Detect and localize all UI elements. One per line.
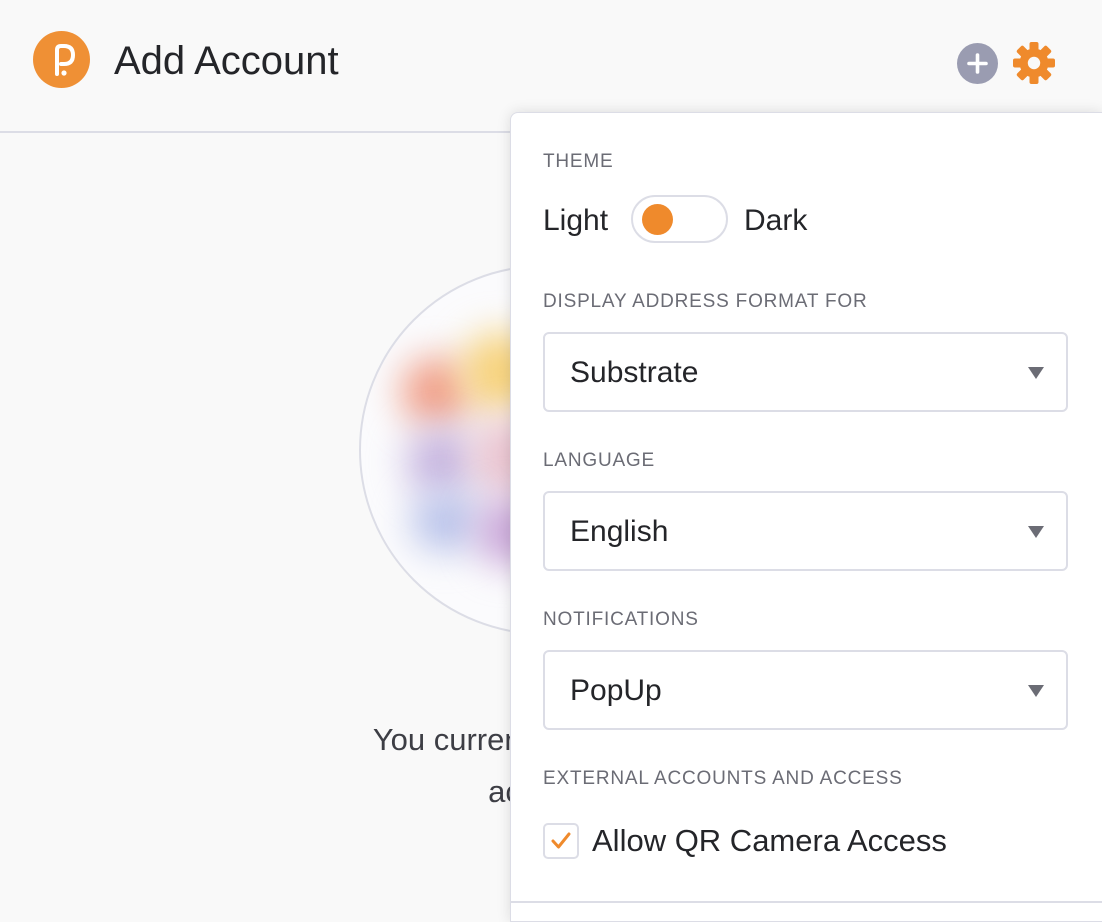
toggle-knob xyxy=(642,204,673,235)
language-select[interactable]: English xyxy=(543,491,1068,571)
notifications-label: NOTIFICATIONS xyxy=(543,609,699,630)
language-value: English xyxy=(570,515,669,548)
settings-button[interactable] xyxy=(1011,40,1057,86)
theme-switch-row: Light Dark xyxy=(543,195,943,247)
theme-toggle[interactable] xyxy=(631,195,728,243)
camera-access-checkbox[interactable] xyxy=(543,823,579,859)
add-account-button[interactable] xyxy=(957,43,998,84)
app-window: Add Account You currently THEME Light Da… xyxy=(0,0,1102,922)
checkmark-icon xyxy=(551,832,571,849)
theme-label: THEME xyxy=(543,151,614,172)
menu-divider xyxy=(511,901,1102,903)
address-format-label: DISPLAY ADDRESS FORMAT FOR xyxy=(543,291,868,312)
notifications-value: PopUp xyxy=(570,674,662,707)
polkadot-logo-icon xyxy=(33,31,90,88)
address-format-value: Substrate xyxy=(570,356,699,389)
address-format-select[interactable]: Substrate xyxy=(543,332,1068,412)
notifications-select[interactable]: PopUp xyxy=(543,650,1068,730)
camera-access-row: Allow QR Camera Access xyxy=(543,819,1043,867)
camera-access-label[interactable]: Allow QR Camera Access xyxy=(592,821,947,861)
language-label: LANGUAGE xyxy=(543,450,655,471)
plus-circle-icon xyxy=(967,53,988,74)
caret-down-icon xyxy=(1028,526,1044,538)
caret-down-icon xyxy=(1028,685,1044,697)
external-access-label: EXTERNAL ACCOUNTS AND ACCESS xyxy=(543,768,903,789)
theme-dark-label: Dark xyxy=(744,204,808,237)
caret-down-icon xyxy=(1028,367,1044,379)
gear-icon xyxy=(1013,42,1055,84)
page-title: Add Account xyxy=(114,39,339,83)
theme-light-label: Light xyxy=(543,204,609,237)
settings-menu: THEME Light Dark DISPLAY ADDRESS FORMAT … xyxy=(510,112,1102,922)
